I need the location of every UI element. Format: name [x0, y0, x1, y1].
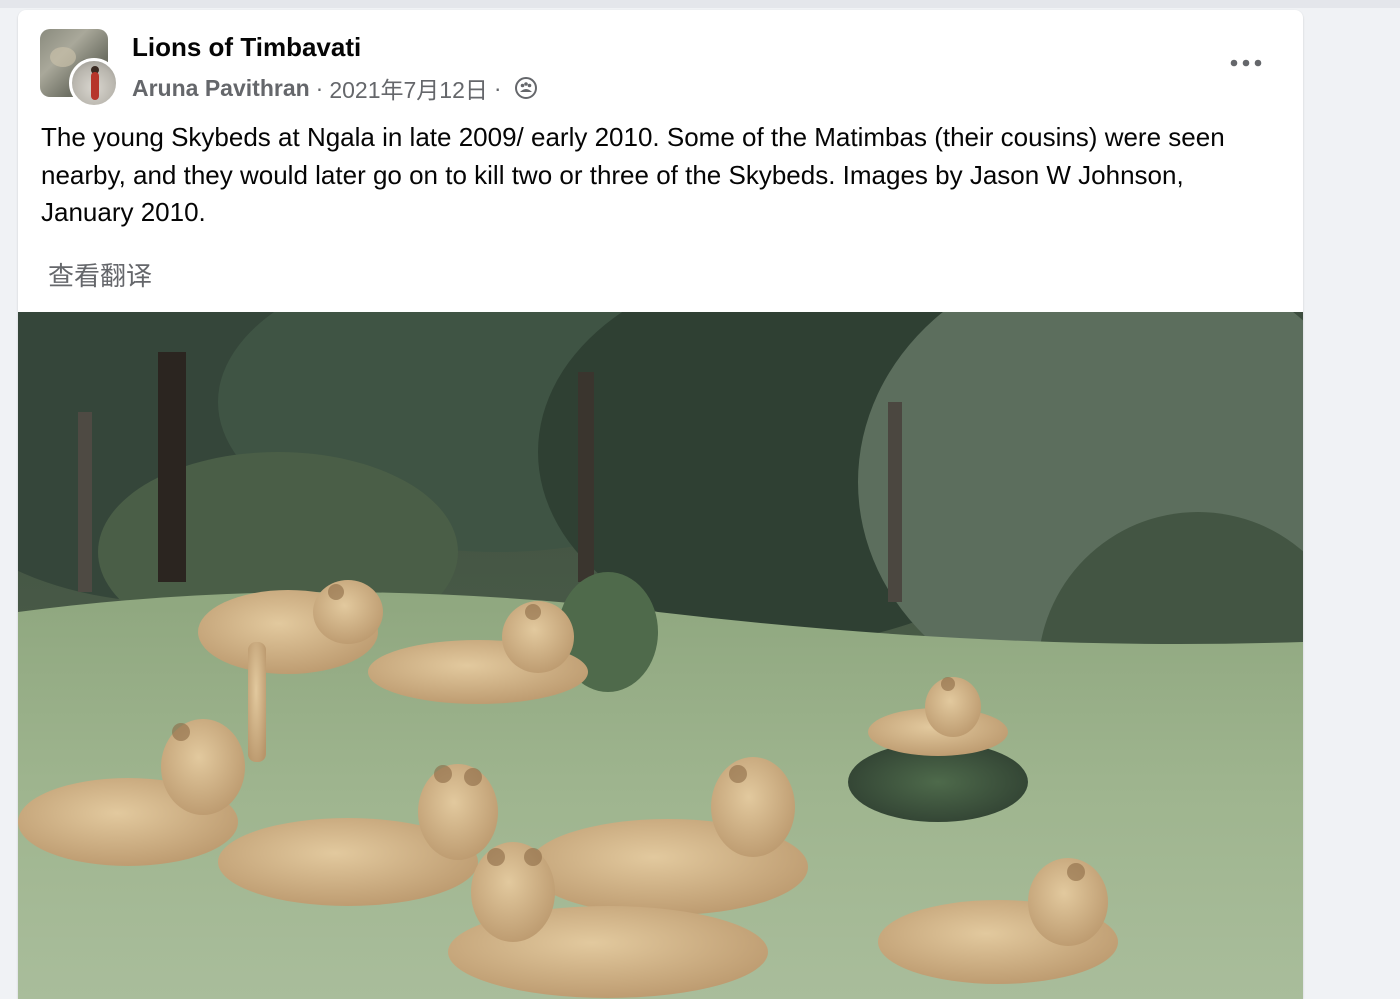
post-card: Lions of Timbavati Aruna Pavithran · 202… — [18, 10, 1303, 999]
author-avatar-image[interactable] — [69, 58, 119, 108]
more-options-button[interactable] — [1225, 47, 1267, 79]
meta-separator: · — [315, 74, 324, 101]
meta-separator: · — [493, 74, 502, 101]
page-name-link[interactable]: Lions of Timbavati — [132, 32, 361, 63]
post-date-link[interactable]: 2021年7月12日 — [329, 71, 488, 105]
post-header: Lions of Timbavati Aruna Pavithran · 202… — [18, 10, 1303, 110]
see-translation-link[interactable]: 查看翻译 — [48, 256, 152, 293]
more-dots-icon — [1230, 59, 1262, 67]
lions-photo-image — [18, 312, 1303, 999]
top-divider — [0, 0, 1400, 8]
post-message: The young Skybeds at Ngala in late 2009/… — [41, 122, 1225, 227]
group-members-icon[interactable] — [514, 76, 538, 100]
author-name-link[interactable]: Aruna Pavithran — [132, 75, 310, 102]
post-meta: Aruna Pavithran · 2021年7月12日 · — [132, 71, 538, 105]
post-photo[interactable] — [18, 312, 1303, 999]
page-avatar[interactable] — [40, 29, 119, 108]
